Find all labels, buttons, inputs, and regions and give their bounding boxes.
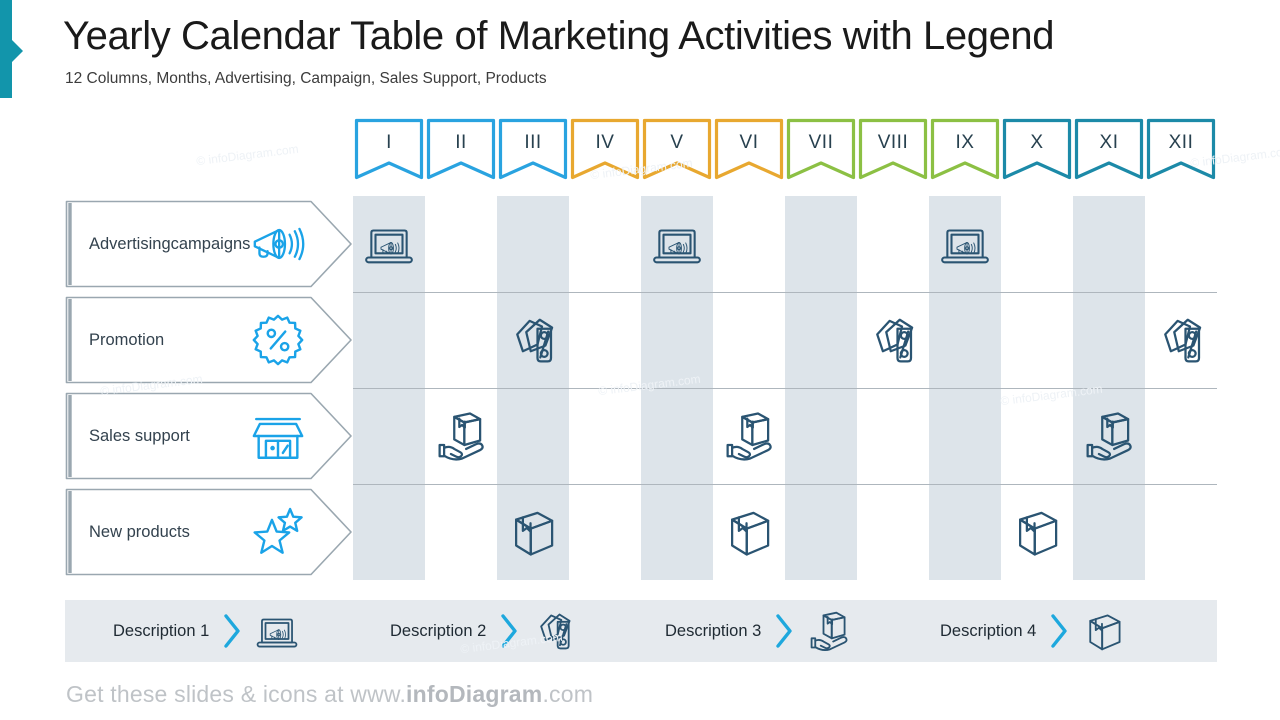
- activity-cell-new-products-month-6[interactable]: [713, 496, 785, 568]
- row-label-column: Advertising campaigns Promotion Sales suppo…: [65, 196, 353, 580]
- month-label: VII: [808, 132, 834, 153]
- price-tags-icon: [528, 608, 580, 654]
- month-header-xii[interactable]: XII: [1146, 118, 1216, 180]
- legend-label: Description 3: [665, 621, 762, 640]
- slide-canvas: Yearly Calendar Table of Marketing Activ…: [0, 0, 1280, 720]
- month-label: VIII: [877, 132, 909, 153]
- row-label-text: New products: [89, 522, 190, 541]
- legend-item-3[interactable]: Description 3: [665, 600, 855, 662]
- accent-notch-icon: [12, 40, 23, 62]
- legend-item-2[interactable]: Description 2: [390, 600, 580, 662]
- megaphone-icon: [247, 213, 309, 275]
- box-icon: [1078, 608, 1130, 654]
- month-header-xi[interactable]: XI: [1074, 118, 1144, 180]
- month-header-row: I II III IV V VI VII VIII IX X XI XII: [353, 118, 1217, 180]
- activity-cell-promotion-month-8[interactable]: [857, 304, 929, 376]
- month-header-x[interactable]: X: [1002, 118, 1072, 180]
- month-label: IV: [595, 132, 615, 153]
- legend-label: Description 2: [390, 621, 487, 640]
- footer-brand: infoDiagram: [406, 681, 543, 707]
- page-title: Yearly Calendar Table of Marketing Activ…: [63, 14, 1055, 58]
- activity-cell-new-products-month-3[interactable]: [497, 496, 569, 568]
- month-label: XI: [1099, 132, 1119, 153]
- month-label: X: [1030, 132, 1044, 153]
- activity-cell-advertising-campaigns-month-1[interactable]: [353, 208, 425, 280]
- chevron-right-icon: [500, 614, 518, 648]
- accent-bar: [0, 0, 12, 98]
- month-label: VI: [739, 132, 759, 153]
- activity-cell-promotion-month-3[interactable]: [497, 304, 569, 376]
- month-header-iii[interactable]: III: [498, 118, 568, 180]
- legend-label: Description 1: [113, 621, 210, 640]
- legend-item-1[interactable]: Description 1: [113, 600, 303, 662]
- month-label: I: [386, 132, 392, 153]
- legend-label: Description 4: [940, 621, 1037, 640]
- month-label: XII: [1168, 132, 1194, 153]
- month-header-viii[interactable]: VIII: [858, 118, 928, 180]
- row-divider: [353, 388, 1217, 389]
- row-divider: [353, 484, 1217, 485]
- row-label-advertising-campaigns[interactable]: Advertising campaigns: [65, 200, 353, 288]
- activity-cell-new-products-month-10[interactable]: [1001, 496, 1073, 568]
- legend-item-4[interactable]: Description 4: [940, 600, 1130, 662]
- month-header-ii[interactable]: II: [426, 118, 496, 180]
- shop-icon: [247, 405, 309, 467]
- activity-cell-advertising-campaigns-month-9[interactable]: [929, 208, 1001, 280]
- month-header-vii[interactable]: VII: [786, 118, 856, 180]
- watermark: © infoDiagram.com: [195, 141, 300, 169]
- activity-cell-advertising-campaigns-month-5[interactable]: [641, 208, 713, 280]
- footer-text: Get these slides & icons at www.infoDiag…: [66, 681, 593, 708]
- month-header-ix[interactable]: IX: [930, 118, 1000, 180]
- row-label-text: Sales support: [89, 426, 190, 445]
- chevron-right-icon: [223, 614, 241, 648]
- month-label: V: [670, 132, 684, 153]
- footer-prefix: Get these slides & icons at www.: [66, 681, 407, 707]
- month-header-i[interactable]: I: [354, 118, 424, 180]
- page-subtitle: 12 Columns, Months, Advertising, Campaig…: [65, 70, 547, 87]
- footer-suffix: .com: [542, 681, 594, 707]
- calendar-grid: [353, 196, 1217, 580]
- stars-icon: [247, 501, 309, 563]
- row-label-text: Promotion: [89, 330, 165, 349]
- legend-bar: Description 1 Description 2 Description 3 D…: [65, 600, 1217, 662]
- month-header-v[interactable]: V: [642, 118, 712, 180]
- chevron-right-icon: [775, 614, 793, 648]
- activity-cell-sales-support-month-11[interactable]: [1073, 400, 1145, 472]
- hand-box-icon: [803, 608, 855, 654]
- chevron-right-icon: [1050, 614, 1068, 648]
- month-label: III: [524, 132, 542, 153]
- row-label-promotion[interactable]: Promotion: [65, 296, 353, 384]
- activity-cell-promotion-month-12[interactable]: [1145, 304, 1217, 376]
- month-label: II: [455, 132, 467, 153]
- activity-cell-sales-support-month-2[interactable]: [425, 400, 497, 472]
- month-label: IX: [955, 132, 975, 153]
- month-header-vi[interactable]: VI: [714, 118, 784, 180]
- row-label-new-products[interactable]: New products: [65, 488, 353, 576]
- month-header-iv[interactable]: IV: [570, 118, 640, 180]
- row-label-text: Advertising campaigns: [89, 234, 251, 253]
- row-divider: [353, 292, 1217, 293]
- activity-cell-sales-support-month-6[interactable]: [713, 400, 785, 472]
- laptop-megaphone-icon: [251, 608, 303, 654]
- percent-badge-icon: [247, 309, 309, 371]
- row-label-sales-support[interactable]: Sales support: [65, 392, 353, 480]
